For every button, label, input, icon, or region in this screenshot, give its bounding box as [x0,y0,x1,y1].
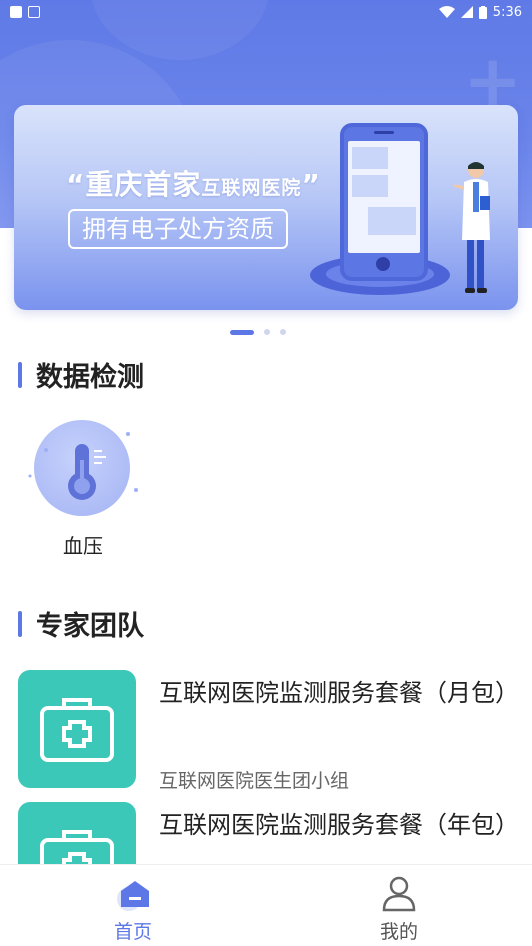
package-card[interactable]: 互联网医院监测服务套餐（月包） 互联网医院医生团小组 [18,670,519,792]
signal-icon [460,6,473,18]
medical-kit-icon [40,698,114,762]
nav-home[interactable]: 首页 [0,865,266,946]
wifi-icon [438,6,455,18]
banner-title: “重庆首家互联网医院” [66,163,321,203]
package-team: 互联网医院医生团小组 [159,770,350,792]
section-accent-bar [18,361,22,388]
app-notification-icon [28,6,40,18]
doctor-illustration [454,162,490,293]
nav-mine[interactable]: 我的 [266,865,532,946]
banner-subtitle: 拥有电子处方资质 [68,209,288,249]
sparkle-dots [28,432,138,492]
section-title: 数据检测 [36,362,144,393]
banner-quote-close: ” [301,168,321,201]
package-thumbnail [18,670,136,788]
package-name: 互联网医院监测服务套餐（月包） [159,679,519,707]
banner-title-main: 重庆首家 [85,168,202,201]
clock: 5:36 [492,4,522,20]
home-icon [117,881,149,911]
status-bar: 5:36 [0,0,532,24]
pager-dot[interactable] [264,329,270,335]
battery-icon [478,5,487,19]
section-expert-team: 专家团队 [18,604,144,643]
detection-label: 血压 [63,534,103,558]
nav-home-label: 首页 [113,921,152,943]
section-data-detection: 数据检测 [18,355,144,394]
detection-item-blood-pressure[interactable]: 血压 [28,418,138,558]
banner-title-small: 互联网医院 [201,177,302,199]
promo-banner[interactable]: “重庆首家互联网医院” 拥有电子处方资质 [14,105,518,310]
user-icon [382,876,416,912]
package-name: 互联网医院监测服务套餐（年包） [159,811,519,839]
section-title: 专家团队 [36,611,144,642]
phone-illustration [340,123,428,281]
banner-pager[interactable] [230,329,286,335]
section-accent-bar [18,610,22,637]
pager-dot-active[interactable] [230,329,254,335]
nav-mine-label: 我的 [379,921,418,943]
pager-dot[interactable] [280,329,286,335]
banner-quote-open: “ [66,168,86,201]
notification-icon [10,6,22,18]
bottom-nav: 首页 我的 [0,864,532,946]
